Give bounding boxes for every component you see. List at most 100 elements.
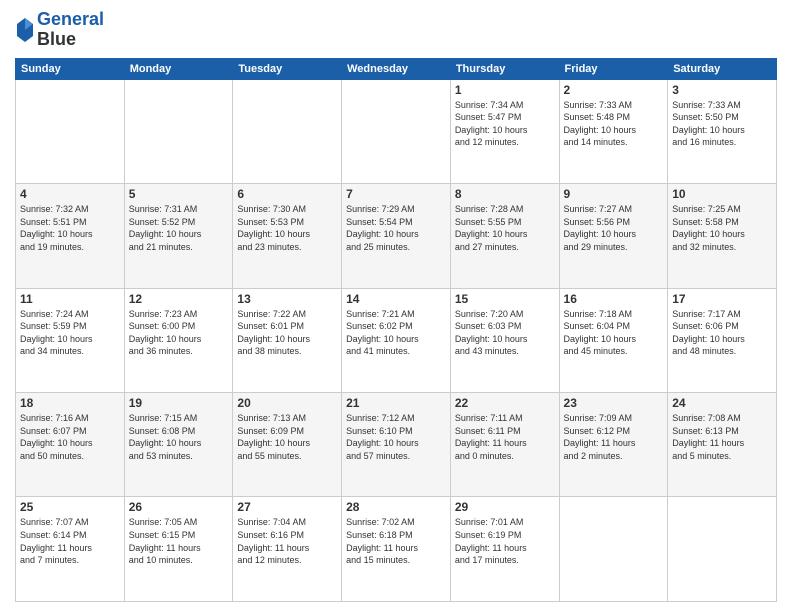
calendar-cell: 17Sunrise: 7:17 AM Sunset: 6:06 PM Dayli…: [668, 288, 777, 392]
day-info: Sunrise: 7:20 AM Sunset: 6:03 PM Dayligh…: [455, 308, 555, 358]
day-number: 2: [564, 83, 664, 97]
day-number: 4: [20, 187, 120, 201]
day-info: Sunrise: 7:21 AM Sunset: 6:02 PM Dayligh…: [346, 308, 446, 358]
calendar-cell: 22Sunrise: 7:11 AM Sunset: 6:11 PM Dayli…: [450, 393, 559, 497]
day-number: 19: [129, 396, 229, 410]
weekday-header-sunday: Sunday: [16, 58, 125, 79]
calendar-cell: 1 Sunrise: 7:34 AM Sunset: 5:47 PM Daylig…: [450, 79, 559, 183]
day-number: 18: [20, 396, 120, 410]
day-number: 25: [20, 500, 120, 514]
calendar-cell: 11 Sunrise: 7:24 AM Sunset: 5:59 PM Dayli…: [16, 288, 125, 392]
page: General Blue SundayMondayTuesdayWednesda…: [0, 0, 792, 612]
day-info: Sunrise: 7:25 AM Sunset: 5:58 PM Dayligh…: [672, 203, 772, 253]
day-info: Sunrise: 7:07 AM Sunset: 6:14 PM Dayligh…: [20, 516, 120, 566]
weekday-header-row: SundayMondayTuesdayWednesdayThursdayFrid…: [16, 58, 777, 79]
day-number: 20: [237, 396, 337, 410]
weekday-header-tuesday: Tuesday: [233, 58, 342, 79]
calendar-cell: 2 Sunrise: 7:33 AM Sunset: 5:48 PM Daylig…: [559, 79, 668, 183]
calendar-cell: 10 Sunrise: 7:25 AM Sunset: 5:58 PM Dayli…: [668, 184, 777, 288]
day-info: Sunrise: 7:33 AM Sunset: 5:50 PM Dayligh…: [672, 99, 772, 149]
day-info: Sunrise: 7:33 AM Sunset: 5:48 PM Dayligh…: [564, 99, 664, 149]
day-info: Sunrise: 7:28 AM Sunset: 5:55 PM Dayligh…: [455, 203, 555, 253]
calendar-week-1: 1 Sunrise: 7:34 AM Sunset: 5:47 PM Daylig…: [16, 79, 777, 183]
day-info: Sunrise: 7:01 AM Sunset: 6:19 PM Dayligh…: [455, 516, 555, 566]
day-info: Sunrise: 7:32 AM Sunset: 5:51 PM Dayligh…: [20, 203, 120, 253]
day-info: Sunrise: 7:34 AM Sunset: 5:47 PM Dayligh…: [455, 99, 555, 149]
day-number: 10: [672, 187, 772, 201]
day-number: 29: [455, 500, 555, 514]
weekday-header-thursday: Thursday: [450, 58, 559, 79]
day-info: Sunrise: 7:27 AM Sunset: 5:56 PM Dayligh…: [564, 203, 664, 253]
calendar-cell: [559, 497, 668, 602]
calendar-cell: 24 Sunrise: 7:08 AM Sunset: 6:13 PM Dayli…: [668, 393, 777, 497]
calendar-table: SundayMondayTuesdayWednesdayThursdayFrid…: [15, 58, 777, 602]
header: General Blue: [15, 10, 777, 50]
day-number: 12: [129, 292, 229, 306]
day-info: Sunrise: 7:23 AM Sunset: 6:00 PM Dayligh…: [129, 308, 229, 358]
day-number: 28: [346, 500, 446, 514]
calendar-cell: 28 Sunrise: 7:02 AM Sunset: 6:18 PM Dayli…: [342, 497, 451, 602]
day-info: Sunrise: 7:31 AM Sunset: 5:52 PM Dayligh…: [129, 203, 229, 253]
day-number: 7: [346, 187, 446, 201]
calendar-cell: 15 Sunrise: 7:20 AM Sunset: 6:03 PM Dayli…: [450, 288, 559, 392]
calendar-week-5: 25 Sunrise: 7:07 AM Sunset: 6:14 PM Dayli…: [16, 497, 777, 602]
logo: General Blue: [15, 10, 104, 50]
calendar-cell: 7 Sunrise: 7:29 AM Sunset: 5:54 PM Daylig…: [342, 184, 451, 288]
calendar-week-2: 4 Sunrise: 7:32 AM Sunset: 5:51 PM Daylig…: [16, 184, 777, 288]
day-info: Sunrise: 7:04 AM Sunset: 6:16 PM Dayligh…: [237, 516, 337, 566]
day-number: 13: [237, 292, 337, 306]
day-info: Sunrise: 7:24 AM Sunset: 5:59 PM Dayligh…: [20, 308, 120, 358]
day-info: Sunrise: 7:05 AM Sunset: 6:15 PM Dayligh…: [129, 516, 229, 566]
day-number: 15: [455, 292, 555, 306]
day-number: 26: [129, 500, 229, 514]
calendar-cell: 27 Sunrise: 7:04 AM Sunset: 6:16 PM Dayli…: [233, 497, 342, 602]
calendar-cell: [233, 79, 342, 183]
day-number: 11: [20, 292, 120, 306]
day-number: 9: [564, 187, 664, 201]
calendar-cell: 6 Sunrise: 7:30 AM Sunset: 5:53 PM Daylig…: [233, 184, 342, 288]
calendar-cell: 19 Sunrise: 7:15 AM Sunset: 6:08 PM Dayli…: [124, 393, 233, 497]
day-info: Sunrise: 7:29 AM Sunset: 5:54 PM Dayligh…: [346, 203, 446, 253]
day-number: 14: [346, 292, 446, 306]
day-number: 16: [564, 292, 664, 306]
day-number: 3: [672, 83, 772, 97]
day-info: Sunrise: 7:12 AM Sunset: 6:10 PM Dayligh…: [346, 412, 446, 462]
day-info: Sunrise: 7:16 AM Sunset: 6:07 PM Dayligh…: [20, 412, 120, 462]
day-number: 27: [237, 500, 337, 514]
calendar-week-4: 18 Sunrise: 7:16 AM Sunset: 6:07 PM Dayli…: [16, 393, 777, 497]
day-number: 17: [672, 292, 772, 306]
calendar-cell: 25 Sunrise: 7:07 AM Sunset: 6:14 PM Dayli…: [16, 497, 125, 602]
day-info: Sunrise: 7:18 AM Sunset: 6:04 PM Dayligh…: [564, 308, 664, 358]
day-number: 24: [672, 396, 772, 410]
day-info: Sunrise: 7:11 AM Sunset: 6:11 PM Dayligh…: [455, 412, 555, 462]
day-info: Sunrise: 7:15 AM Sunset: 6:08 PM Dayligh…: [129, 412, 229, 462]
calendar-cell: [124, 79, 233, 183]
day-info: Sunrise: 7:08 AM Sunset: 6:13 PM Dayligh…: [672, 412, 772, 462]
calendar-cell: 12 Sunrise: 7:23 AM Sunset: 6:00 PM Dayli…: [124, 288, 233, 392]
day-info: Sunrise: 7:30 AM Sunset: 5:53 PM Dayligh…: [237, 203, 337, 253]
weekday-header-saturday: Saturday: [668, 58, 777, 79]
day-info: Sunrise: 7:13 AM Sunset: 6:09 PM Dayligh…: [237, 412, 337, 462]
calendar-week-3: 11 Sunrise: 7:24 AM Sunset: 5:59 PM Dayli…: [16, 288, 777, 392]
calendar-cell: 9 Sunrise: 7:27 AM Sunset: 5:56 PM Daylig…: [559, 184, 668, 288]
day-info: Sunrise: 7:22 AM Sunset: 6:01 PM Dayligh…: [237, 308, 337, 358]
calendar-cell: 3 Sunrise: 7:33 AM Sunset: 5:50 PM Daylig…: [668, 79, 777, 183]
day-number: 8: [455, 187, 555, 201]
calendar-cell: 29 Sunrise: 7:01 AM Sunset: 6:19 PM Dayli…: [450, 497, 559, 602]
day-number: 6: [237, 187, 337, 201]
logo-text: General Blue: [37, 10, 104, 50]
calendar-cell: [342, 79, 451, 183]
day-number: 5: [129, 187, 229, 201]
calendar-cell: 23Sunrise: 7:09 AM Sunset: 6:12 PM Dayli…: [559, 393, 668, 497]
logo-icon: [15, 16, 35, 44]
day-number: 23: [564, 396, 664, 410]
calendar-cell: [668, 497, 777, 602]
calendar-cell: 26 Sunrise: 7:05 AM Sunset: 6:15 PM Dayli…: [124, 497, 233, 602]
calendar-cell: [16, 79, 125, 183]
weekday-header-monday: Monday: [124, 58, 233, 79]
day-number: 1: [455, 83, 555, 97]
calendar-cell: 14 Sunrise: 7:21 AM Sunset: 6:02 PM Dayli…: [342, 288, 451, 392]
calendar-cell: 4 Sunrise: 7:32 AM Sunset: 5:51 PM Daylig…: [16, 184, 125, 288]
day-info: Sunrise: 7:02 AM Sunset: 6:18 PM Dayligh…: [346, 516, 446, 566]
day-number: 21: [346, 396, 446, 410]
